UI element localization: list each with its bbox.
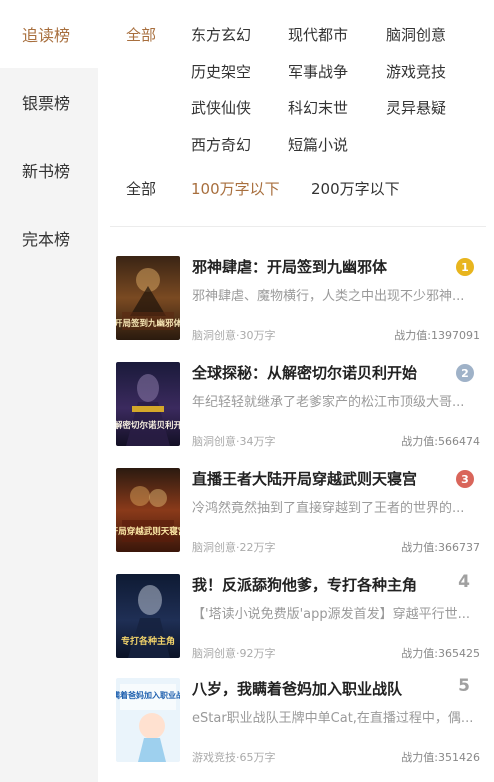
filter-category[interactable]: 武侠仙侠 xyxy=(191,97,251,118)
filter-category[interactable]: 东方玄幻 xyxy=(191,24,251,45)
cover-title: 专打各种主角 xyxy=(121,635,175,647)
book-meta: 脑洞创意·30万字 xyxy=(192,329,276,342)
cover-title: 开局穿越武则天寝宫 xyxy=(116,526,180,537)
filter-category[interactable]: 现代都市 xyxy=(288,24,348,45)
book-title[interactable]: 八岁，我瞒着爸妈加入职业战队 xyxy=(192,678,462,699)
power-score: 战力值:1397091 xyxy=(394,329,480,342)
cover-title: 开局签到九幽邪体 xyxy=(116,318,180,329)
power-score: 战力值:351426 xyxy=(401,751,480,764)
book-title[interactable]: 直播王者大陆开局穿越武则天寝宫 xyxy=(192,468,462,489)
book-title[interactable]: 我！反派舔狗他爹，专打各种主角 xyxy=(192,574,462,595)
power-score: 战力值:365425 xyxy=(401,647,480,660)
book-cover[interactable]: 开局签到九幽邪体 xyxy=(116,256,180,340)
rank-badge: 2 xyxy=(456,364,474,382)
book-cover[interactable]: 专打各种主角 xyxy=(116,574,180,658)
book-description: 【'塔读小说免费版'app源发首发】穿越平行世... xyxy=(192,607,471,622)
book-description: 年纪轻轻就继承了老爹家产的松江市顶级大哥... xyxy=(192,395,465,410)
book-meta: 脑洞创意·34万字 xyxy=(192,435,276,448)
filter-wordcount[interactable]: 100万字以下 xyxy=(191,178,280,199)
list-item[interactable]: 从解密切尔诺贝利开始 全球探秘：从解密切尔诺贝利开始 2 年纪轻轻就继承了老爹家… xyxy=(98,362,494,466)
rank-badge: 1 xyxy=(456,258,474,276)
sidebar-item-label: 新书榜 xyxy=(22,162,71,181)
sidebar-item-label: 追读榜 xyxy=(22,26,71,45)
book-description: eStar职业战队王牌中单Cat,在直播过程中，偶... xyxy=(192,711,474,726)
list-item[interactable]: 我瞒着爸妈加入职业战队 八岁，我瞒着爸妈加入职业战队 5 eStar职业战队王牌… xyxy=(98,676,494,782)
book-meta: 脑洞创意·22万字 xyxy=(192,541,276,554)
sidebar-item-xinshu[interactable]: 新书榜 xyxy=(0,136,98,204)
filter-category-all[interactable]: 全部 xyxy=(126,24,156,45)
sidebar-item-label: 完本榜 xyxy=(22,230,71,249)
sidebar-item-yinpiao[interactable]: 银票榜 xyxy=(0,68,98,136)
power-score: 战力值:566474 xyxy=(401,435,480,448)
filter-wordcount[interactable]: 200万字以下 xyxy=(311,178,400,199)
filter-category[interactable]: 灵异悬疑 xyxy=(386,97,446,118)
book-cover[interactable]: 从解密切尔诺贝利开始 xyxy=(116,362,180,446)
filter-category[interactable]: 西方奇幻 xyxy=(191,134,251,155)
list-item[interactable]: 专打各种主角 我！反派舔狗他爹，专打各种主角 4 【'塔读小说免费版'app源发… xyxy=(98,572,494,678)
book-meta: 游戏竞技·65万字 xyxy=(192,751,276,764)
list-item[interactable]: 开局签到九幽邪体 邪神肆虐：开局签到九幽邪体 1 邪神肆虐、魔物横行，人类之中出… xyxy=(98,256,494,360)
rank-badge: 3 xyxy=(456,470,474,488)
book-title[interactable]: 邪神肆虐：开局签到九幽邪体 xyxy=(192,256,462,277)
book-description: 邪神肆虐、魔物横行，人类之中出现不少邪神... xyxy=(192,289,465,304)
book-description: 冷鸿然竟然抽到了直接穿越到了王者的世界的... xyxy=(192,501,465,516)
book-title[interactable]: 全球探秘：从解密切尔诺贝利开始 xyxy=(192,362,462,383)
cover-title: 我瞒着爸妈加入职业战队 xyxy=(116,690,180,700)
cover-title: 从解密切尔诺贝利开始 xyxy=(116,420,180,431)
filter-category[interactable]: 脑洞创意 xyxy=(386,24,446,45)
sidebar-item-zhuidu[interactable]: 追读榜 xyxy=(0,0,98,68)
divider xyxy=(110,226,486,227)
filter-category[interactable]: 游戏竞技 xyxy=(386,61,446,82)
book-cover[interactable]: 开局穿越武则天寝宫 xyxy=(116,468,180,552)
sidebar-item-label: 银票榜 xyxy=(22,94,71,113)
book-meta: 脑洞创意·92万字 xyxy=(192,647,276,660)
filter-category[interactable]: 历史架空 xyxy=(191,61,251,82)
filter-category[interactable]: 短篇小说 xyxy=(288,134,348,155)
rank-number: 4 xyxy=(458,572,470,592)
filter-category[interactable]: 军事战争 xyxy=(288,61,348,82)
list-item[interactable]: 开局穿越武则天寝宫 直播王者大陆开局穿越武则天寝宫 3 冷鸿然竟然抽到了直接穿越… xyxy=(98,468,494,572)
filter-wordcount-all[interactable]: 全部 xyxy=(126,178,156,199)
book-cover[interactable]: 我瞒着爸妈加入职业战队 xyxy=(116,678,180,762)
ranking-sidebar: 追读榜 银票榜 新书榜 完本榜 xyxy=(0,0,98,782)
filter-category[interactable]: 科幻末世 xyxy=(288,97,348,118)
sidebar-item-wanben[interactable]: 完本榜 xyxy=(0,204,98,272)
rank-number: 5 xyxy=(458,676,470,696)
power-score: 战力值:366737 xyxy=(401,541,480,554)
